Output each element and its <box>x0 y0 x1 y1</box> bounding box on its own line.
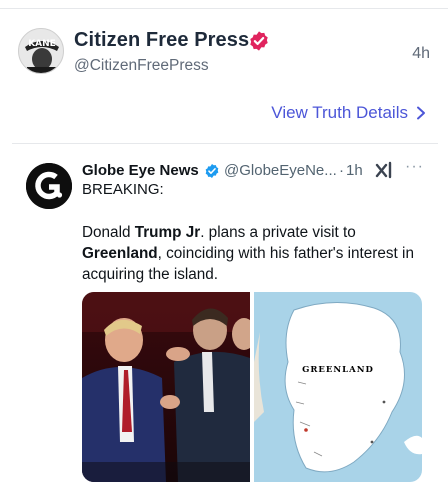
body-text: Donald <box>82 224 135 241</box>
top-divider <box>0 8 448 9</box>
verified-badge-icon <box>250 31 268 51</box>
verified-badge-icon <box>205 164 219 178</box>
grok-icon[interactable] <box>374 160 394 180</box>
photo-people[interactable] <box>82 292 250 482</box>
post-timestamp: 4h <box>412 45 430 62</box>
view-details-label: View Truth Details <box>271 103 408 122</box>
chevron-right-icon <box>417 106 425 120</box>
quoted-author-handle[interactable]: @GlobeEyeNe... <box>224 162 337 179</box>
meta-separator: · <box>339 162 344 179</box>
author-avatar[interactable]: KANE <box>18 28 64 74</box>
media-gallery[interactable]: GREENLAND <box>82 292 422 482</box>
body-text: . plans a private visit to <box>200 224 356 241</box>
map-greenland[interactable]: GREENLAND <box>254 292 422 482</box>
view-truth-details-link[interactable]: View Truth Details <box>271 103 426 123</box>
author-name[interactable]: Citizen Free Press <box>74 29 249 52</box>
quoted-author-name[interactable]: Globe Eye News <box>82 162 199 179</box>
more-icon[interactable]: ··· <box>405 158 424 176</box>
avatar-text: KANE <box>28 39 56 49</box>
breaking-label: BREAKING: <box>82 181 164 198</box>
body-bold-place: Greenland <box>82 245 158 262</box>
quoted-author-avatar[interactable] <box>26 163 72 209</box>
body-bold-name: Trump Jr <box>134 224 201 241</box>
quoted-post-body: Donald Trump Jr. plans a private visit t… <box>82 222 428 285</box>
quoted-post-card[interactable]: Globe Eye News @GlobeEyeNe... · 1h ··· B… <box>12 143 438 495</box>
quoted-timestamp[interactable]: 1h <box>346 162 363 179</box>
author-handle[interactable]: @CitizenFreePress <box>74 57 209 75</box>
map-label: GREENLAND <box>302 365 374 375</box>
